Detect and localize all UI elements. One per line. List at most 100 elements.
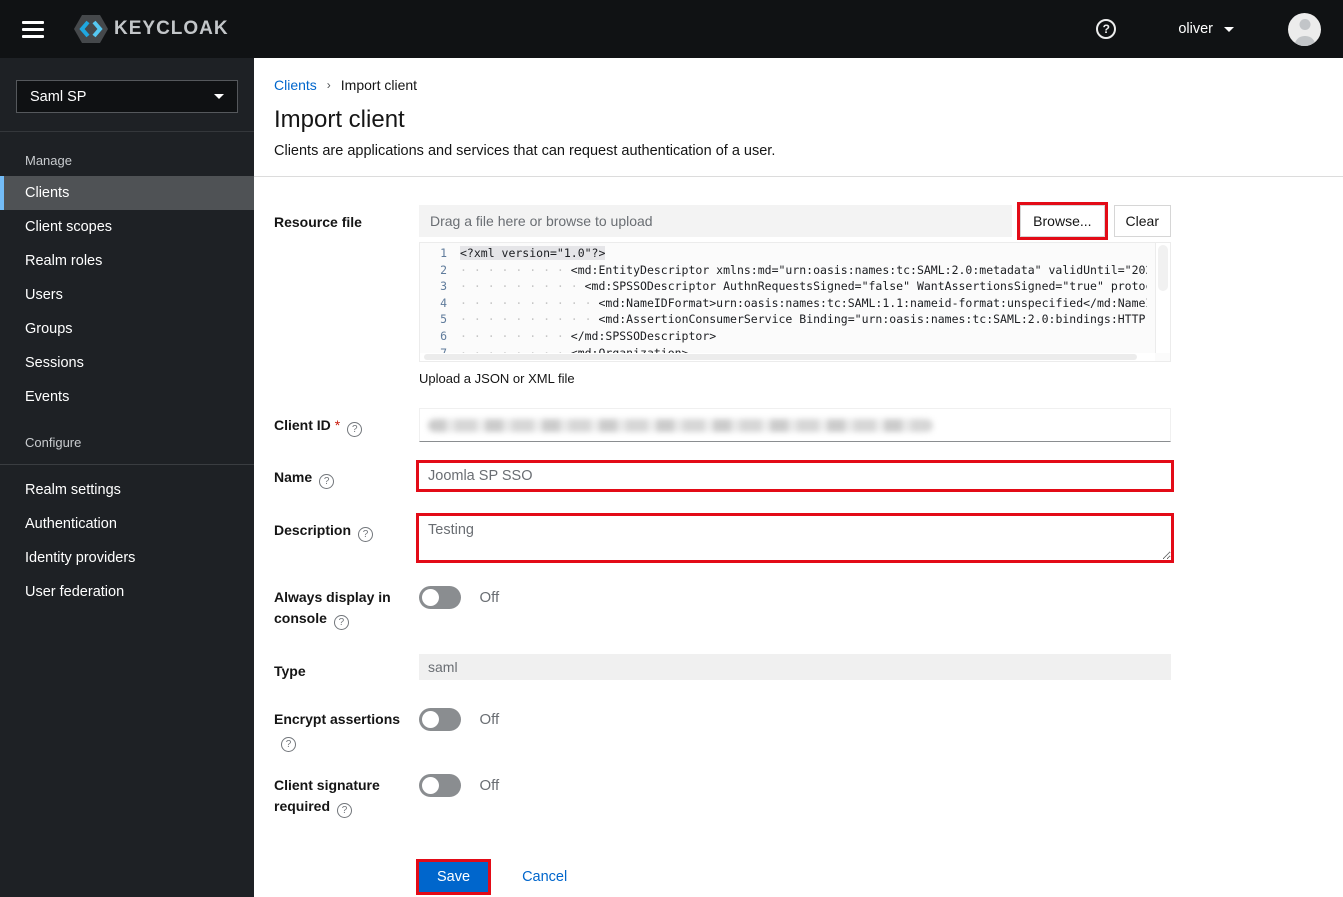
import-client-form: Resource file Browse... Clear 1<?xml ver… [254, 177, 1343, 895]
realm-name: Saml SP [30, 88, 87, 105]
toggle-knob [422, 711, 439, 728]
realm-selector-wrap: Saml SP [0, 80, 254, 132]
help-icon[interactable]: ? [347, 422, 363, 437]
nav-section-title: Manage [25, 153, 72, 168]
toggle-knob [422, 589, 439, 606]
sidebar-item-user-federation[interactable]: User federation [0, 575, 254, 609]
type-label: Type [274, 663, 306, 679]
always-display-toggle[interactable] [419, 586, 461, 609]
breadcrumb-current: Import client [340, 77, 418, 93]
breadcrumb-separator: › [326, 78, 331, 92]
sidebar-item-users[interactable]: Users [0, 278, 254, 312]
always-display-state: Off [479, 589, 500, 606]
line-number: 6 [440, 328, 447, 343]
realm-selector[interactable]: Saml SP [16, 80, 238, 113]
save-button[interactable]: Save [415, 859, 492, 895]
horizontal-scrollbar-thumb[interactable] [424, 354, 1137, 360]
client-signature-state: Off [479, 777, 500, 794]
description-label: Description? [274, 513, 419, 542]
code-editor[interactable]: 1 <?xml version="1.0"?> 2 · · · · · · · · <… [419, 242, 1171, 362]
avatar-body [1294, 35, 1315, 46]
masthead: KEYCLOAK ? oliver [0, 0, 1343, 58]
name-label: Name? [274, 460, 419, 489]
main-content: Clients › Import client Import client Cl… [254, 58, 1343, 897]
help-icon[interactable]: ? [358, 527, 374, 542]
name-input[interactable] [416, 460, 1174, 492]
nav-items: Realm settings Authentication Identity pro… [0, 473, 254, 609]
nav-items: Clients Client scopes Realm roles Users Grou… [0, 176, 254, 414]
encrypt-assertions-row: Encrypt assertions? Off [274, 708, 1319, 752]
chevron-down-icon [1224, 26, 1234, 32]
description-row: Description? Testing [274, 513, 1319, 563]
sidebar-item-identity-providers[interactable]: Identity providers [0, 541, 254, 575]
always-display-row: Always display in console? Off [274, 586, 1319, 630]
sidebar-item-sessions[interactable]: Sessions [0, 346, 254, 380]
code-line: 1 <?xml version="1.0"?> [420, 245, 1147, 262]
hamburger-menu-icon[interactable] [22, 17, 44, 42]
client-id-row: Client ID *? [274, 408, 1319, 442]
line-number: 3 [440, 279, 447, 294]
line-number: 4 [440, 295, 447, 310]
required-asterisk: * [334, 417, 341, 433]
sidebar-item-events[interactable]: Events [0, 380, 254, 414]
client-signature-row: Client signature required? Off [274, 774, 1319, 818]
help-icon[interactable]: ? [333, 615, 349, 630]
keycloak-logo-icon [74, 15, 108, 43]
user-menu[interactable]: oliver [1178, 21, 1234, 37]
file-drop-input[interactable] [419, 205, 1013, 237]
line-number: 2 [440, 262, 447, 277]
brand-text: KEYCLOAK [114, 18, 229, 39]
browse-button[interactable]: Browse... [1017, 202, 1108, 240]
line-number: 5 [440, 312, 447, 327]
sidebar-item-client-scopes[interactable]: Client scopes [0, 210, 254, 244]
sidebar-nav: Manage Clients Client scopes Realm roles Use… [0, 153, 254, 609]
sidebar-item-realm-roles[interactable]: Realm roles [0, 244, 254, 278]
vertical-scrollbar[interactable] [1155, 243, 1170, 353]
nav-section-title: Configure [25, 435, 82, 450]
page-header: Clients › Import client Import client Cl… [254, 58, 1343, 177]
horizontal-scrollbar[interactable] [420, 353, 1155, 361]
avatar[interactable] [1288, 12, 1321, 46]
sidebar-item-clients[interactable]: Clients [0, 176, 254, 210]
client-id-input[interactable] [419, 408, 1171, 442]
form-actions: Save Cancel [274, 859, 1319, 895]
encrypt-assertions-toggle[interactable] [419, 708, 461, 731]
description-textarea[interactable]: Testing [416, 513, 1174, 563]
sidebar-item-realm-settings[interactable]: Realm settings [0, 473, 254, 507]
page-subtitle: Clients are applications and services th… [274, 143, 776, 159]
type-input [419, 654, 1171, 680]
line-number: 1 [440, 246, 447, 260]
file-upload: Browse... Clear [419, 202, 1171, 240]
client-id-value-redacted [428, 419, 933, 432]
name-row: Name? [274, 460, 1319, 492]
help-icon[interactable]: ? [337, 803, 353, 818]
always-display-label: Always display in console? [274, 589, 391, 630]
breadcrumb: Clients › Import client [274, 77, 1319, 93]
keycloak-brand[interactable]: KEYCLOAK [74, 14, 229, 44]
sidebar: Saml SP Manage Clients Client scopes Realm … [0, 58, 254, 897]
cancel-link[interactable]: Cancel [522, 869, 567, 885]
username: oliver [1178, 21, 1213, 37]
code-line: 4 · · · · · · · · · · <md:NameIDFormat>ur… [420, 295, 1147, 312]
resource-file-label: Resource file [274, 214, 362, 230]
client-signature-toggle[interactable] [419, 774, 461, 797]
help-icon[interactable]: ? [1096, 19, 1117, 39]
code-line: 5 · · · · · · · · · · <md:AssertionConsum… [420, 311, 1147, 328]
clear-button[interactable]: Clear [1113, 205, 1171, 237]
breadcrumb-clients-link[interactable]: Clients [274, 77, 317, 93]
resource-file-row: Resource file Browse... Clear 1<?xml ver… [274, 202, 1319, 386]
line-number: 7 [440, 345, 447, 353]
code-line: 2 · · · · · · · · <md:EntityDescriptor xm… [420, 262, 1147, 279]
encrypt-assertions-state: Off [479, 711, 500, 728]
type-row: Type [274, 654, 1319, 682]
code-line: 3 · · · · · · · · · <md:SPSSODescriptor A… [420, 278, 1147, 295]
upload-helper-text: Upload a JSON or XML file [419, 371, 575, 386]
code-line: 7 · · · · · · · · <md:Organization> [420, 345, 1147, 353]
sidebar-item-authentication[interactable]: Authentication [0, 507, 254, 541]
vertical-scrollbar-thumb[interactable] [1158, 245, 1168, 291]
help-icon[interactable]: ? [281, 737, 296, 752]
sidebar-item-groups[interactable]: Groups [0, 312, 254, 346]
help-icon[interactable]: ? [319, 474, 335, 489]
code-editor-lines: 1 <?xml version="1.0"?> 2 · · · · · · · · <… [420, 245, 1147, 353]
client-id-label: Client ID *? [274, 408, 419, 437]
